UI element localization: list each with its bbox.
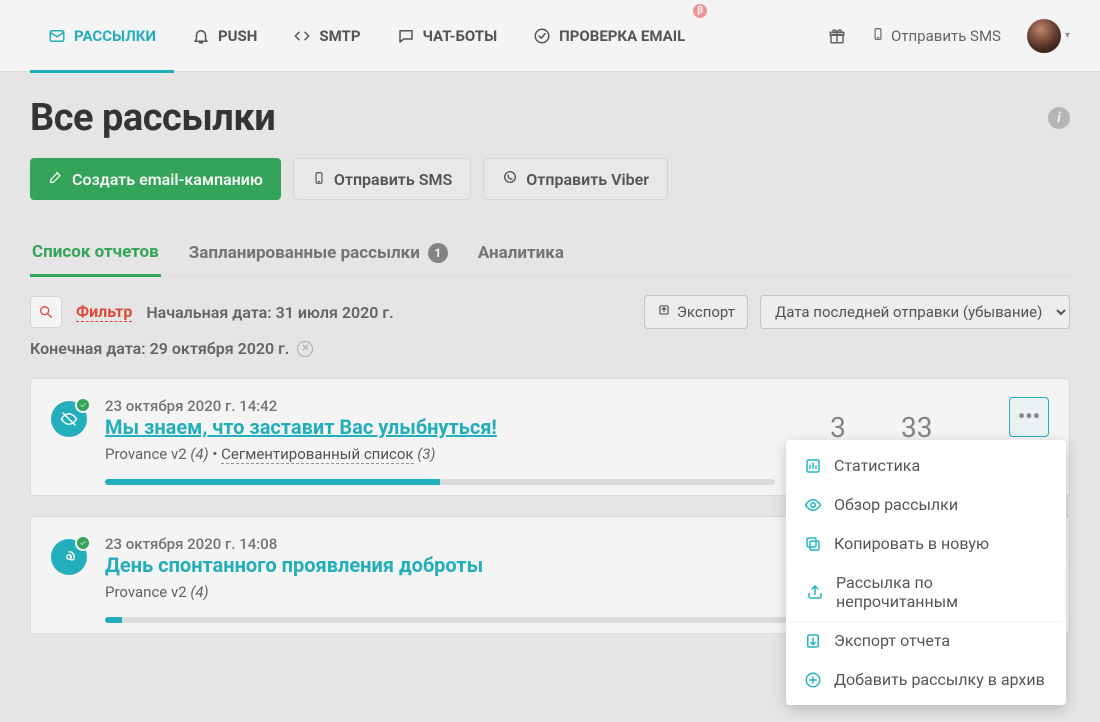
menu-label: Копировать в новую (834, 534, 989, 553)
sort-select[interactable]: Дата последней отправки (убывание) (760, 295, 1070, 329)
chat-icon (397, 27, 415, 45)
eye-icon (804, 496, 822, 514)
status-sent-icon (75, 397, 91, 413)
menu-label: Добавить рассылку в архив (834, 670, 1045, 689)
menu-archive[interactable]: Добавить рассылку в архив (786, 660, 1066, 699)
campaign-actions-menu: Статистика Обзор рассылки Копировать в н… (786, 440, 1066, 705)
export-label: Экспорт (677, 303, 735, 321)
phone-icon (312, 170, 326, 189)
create-label: Создать email-кампанию (72, 170, 263, 189)
send-sms-top-label: Отправить SMS (891, 27, 1001, 45)
top-nav: РАССЫЛКИ PUSH SMTP ЧАТ-БОТЫ ПРОВЕРКА EMA… (0, 0, 1100, 72)
menu-label: Обзор рассылки (834, 495, 958, 514)
filter-search-button[interactable] (30, 296, 62, 328)
send-sms-top-button[interactable]: Отправить SMS (857, 27, 1015, 45)
menu-copy[interactable]: Копировать в новую (786, 524, 1066, 563)
create-campaign-button[interactable]: Создать email-кампанию (30, 158, 281, 200)
campaign-more-button[interactable]: ••• (1009, 397, 1049, 437)
gift-icon-button[interactable] (817, 27, 857, 45)
tab-label: Список отчетов (32, 242, 159, 262)
beta-badge: β (693, 4, 707, 18)
tabs: Список отчетов Запланированные рассылки … (30, 234, 1070, 277)
nav-label: PUSH (218, 27, 257, 45)
menu-overview[interactable]: Обзор рассылки (786, 485, 1066, 524)
filter-row: Фильтр Начальная дата: 31 июля 2020 г. Э… (30, 295, 1070, 329)
compose-icon (48, 169, 64, 189)
campaign-meta: Provance v2 (4) • Сегментированный списо… (105, 445, 775, 463)
campaign-title-link[interactable]: Мы знаем, что заставит Вас улыбнуться! (105, 415, 497, 439)
filter-row-2: Конечная дата: 29 октября 2020 г. ✕ (30, 339, 1070, 358)
menu-export-report[interactable]: Экспорт отчета (786, 621, 1066, 660)
avatar (1027, 19, 1061, 53)
archive-icon (804, 671, 822, 689)
code-icon (293, 27, 311, 45)
send-viber-label: Отправить Viber (526, 170, 649, 189)
resend-icon (806, 583, 824, 601)
export-icon (804, 632, 822, 650)
tab-scheduled[interactable]: Запланированные рассылки 1 (187, 234, 450, 276)
send-sms-button[interactable]: Отправить SMS (293, 158, 471, 200)
mail-icon (48, 27, 66, 45)
campaign-progress (105, 479, 775, 485)
menu-stats[interactable]: Статистика (786, 446, 1066, 485)
user-menu[interactable]: ▾ (1027, 19, 1070, 53)
campaign-type-icon (51, 539, 87, 575)
nav-mailings[interactable]: РАССЫЛКИ (30, 0, 174, 72)
info-icon[interactable]: i (1048, 107, 1070, 129)
tab-analytics[interactable]: Аналитика (476, 234, 566, 276)
clear-end-date-button[interactable]: ✕ (297, 341, 313, 357)
segment-link[interactable]: Сегментированный список (221, 445, 413, 464)
status-sent-icon (75, 535, 91, 551)
tab-label: Запланированные рассылки (189, 243, 420, 263)
page-title: Все рассылки (30, 96, 275, 140)
copy-icon (804, 535, 822, 553)
filter-start-date: Начальная дата: 31 июля 2020 г. (146, 303, 393, 322)
tab-badge: 1 (428, 243, 448, 263)
nav-label: SMTP (319, 27, 360, 45)
filter-toggle[interactable]: Фильтр (76, 302, 132, 322)
nav-label: РАССЫЛКИ (74, 27, 156, 45)
nav-smtp[interactable]: SMTP (275, 0, 378, 72)
export-icon (657, 303, 671, 321)
viber-icon (502, 169, 518, 189)
send-viber-button[interactable]: Отправить Viber (483, 158, 668, 200)
stats-icon (804, 457, 822, 475)
export-button[interactable]: Экспорт (644, 295, 748, 329)
check-circle-icon (533, 27, 551, 45)
phone-icon (871, 27, 885, 45)
nav-label: ПРОВЕРКА EMAIL (559, 27, 685, 45)
chevron-down-icon: ▾ (1065, 30, 1070, 41)
filter-end-date: Конечная дата: 29 октября 2020 г. (30, 339, 289, 358)
tab-reports[interactable]: Список отчетов (30, 234, 161, 277)
menu-label: Экспорт отчета (834, 631, 950, 650)
action-row: Создать email-кампанию Отправить SMS Отп… (30, 158, 1070, 200)
menu-resend-unread[interactable]: Рассылка по непрочитанным (788, 563, 1064, 621)
nav-chatbots[interactable]: ЧАТ-БОТЫ (379, 0, 516, 72)
bell-icon (192, 27, 210, 45)
nav-email-verify[interactable]: ПРОВЕРКА EMAIL β (515, 0, 703, 72)
nav-label: ЧАТ-БОТЫ (423, 27, 498, 45)
menu-label: Статистика (834, 456, 920, 475)
campaign-date: 23 октября 2020 г. 14:42 (105, 397, 775, 415)
campaign-type-icon (51, 401, 87, 437)
nav-push[interactable]: PUSH (174, 0, 275, 72)
menu-label: Рассылка по непрочитанным (836, 573, 1046, 611)
campaign-title-link[interactable]: День спонтанного проявления доброты (105, 553, 483, 577)
tab-label: Аналитика (478, 243, 564, 263)
send-sms-label: Отправить SMS (334, 170, 452, 189)
